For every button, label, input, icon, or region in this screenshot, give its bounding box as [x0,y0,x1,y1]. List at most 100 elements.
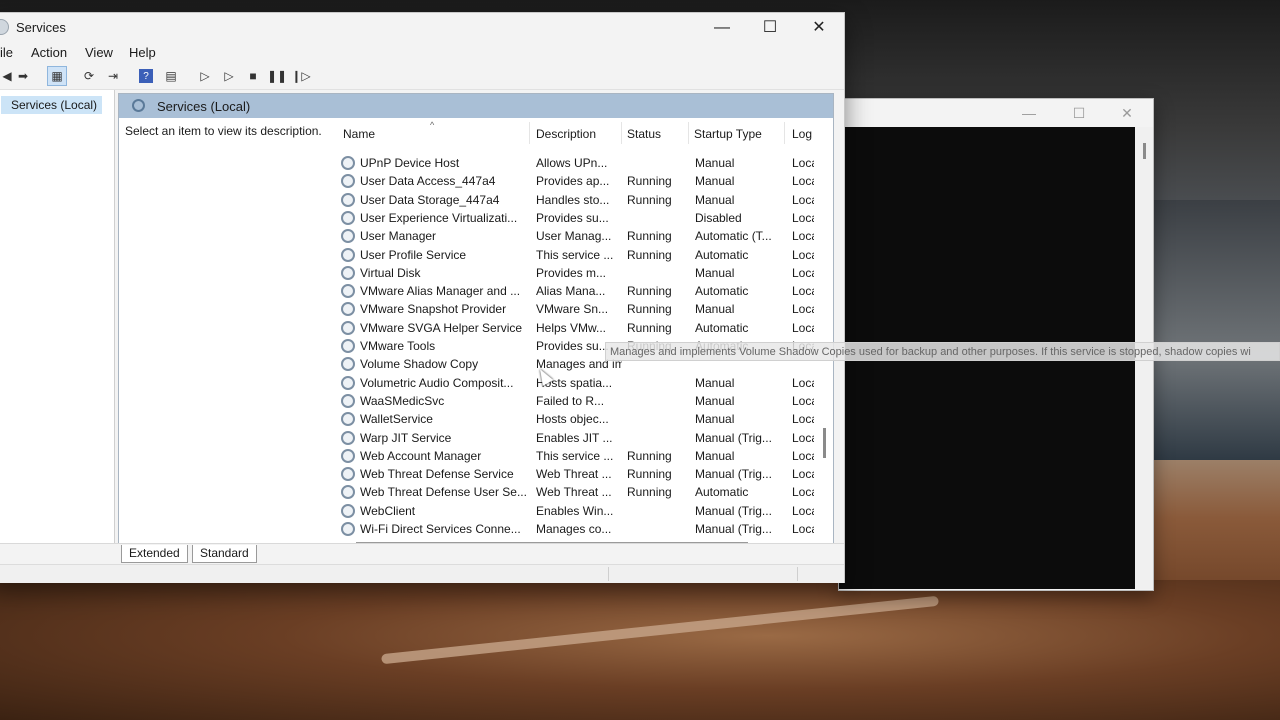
cell-startup: Automatic (T... [695,229,772,244]
cell-name: Wi-Fi Direct Services Conne... [360,522,521,536]
window-title: Services [16,20,66,35]
table-row[interactable]: Warp JIT Service Enables JIT ... Manual (T… [336,429,814,447]
vertical-scrollbar[interactable] [817,118,832,544]
service-gear-icon [341,430,355,445]
column-header-name[interactable]: Name [343,127,375,141]
table-row[interactable]: User Data Access_447a4 Provides ap... Runn… [336,172,814,190]
close-button[interactable]: ✕ [799,16,839,40]
tree-item-services-local[interactable]: Services (Local) [1,96,103,114]
table-row[interactable]: Web Threat Defense Service Web Threat ...… [336,465,814,483]
close-icon[interactable]: ✕ [1117,105,1137,121]
cell-desc: Failed to R... [536,393,605,408]
cell-desc: User Manag... [536,229,612,244]
minimize-icon[interactable]: — [1019,105,1039,121]
cell-name: VMware Alias Manager and ... [360,284,521,299]
title-bar[interactable]: Services — ☐ ✕ [0,13,844,41]
cell-desc: Provides m... [536,265,607,280]
cell-startup: Automatic [695,247,749,262]
table-row[interactable]: WaaSMedicSvc Failed to R... Manual Loca [336,392,814,410]
cell-name: Web Account Manager [360,448,482,463]
cell-name: WaaSMedicSvc [360,393,445,408]
table-row[interactable]: WalletService Hosts objec... Manual Loca [336,410,814,428]
help-icon[interactable]: ? [139,69,153,83]
table-row[interactable]: User Profile Service This service ... Runn… [336,246,814,264]
column-separator[interactable] [621,122,622,144]
maximize-icon[interactable]: ☐ [1069,105,1089,121]
maximize-button[interactable]: ☐ [750,16,790,40]
menu-file[interactable]: ile [0,45,13,60]
table-row[interactable]: User Experience Virtualizati... Provides … [336,209,814,227]
console-tree: Services (Local) [0,90,115,559]
stop-service-icon[interactable]: ■ [243,66,263,86]
menu-help[interactable]: Help [129,45,156,60]
tab-standard[interactable]: Standard [192,545,257,563]
cell-desc: Provides su... [536,210,609,225]
background-window-titlebar[interactable]: — ☐ ✕ [839,99,1153,127]
cell-name: UPnP Device Host [360,156,460,170]
cell-name: VMware Tools [360,339,436,353]
cell-status: Running [627,247,672,262]
properties-icon[interactable]: ▤ [161,66,181,86]
cell-log: Loca [792,302,814,317]
table-row[interactable]: VMware Alias Manager and ... Alias Mana..… [336,282,814,300]
service-gear-icon [341,448,355,463]
cell-name: WebClient [360,503,416,518]
tab-extended[interactable]: Extended [121,545,188,563]
cell-startup: Automatic [695,485,749,500]
table-row[interactable]: Volumetric Audio Composit... Hosts spatia… [336,374,814,392]
column-separator[interactable] [688,122,689,144]
services-list: ^ Name Description Status Startup Type L… [336,118,832,544]
service-gear-icon [341,522,355,536]
cell-status: Running [627,467,672,482]
service-gear-icon [341,485,355,500]
column-header-log-on-as[interactable]: Log [792,127,812,141]
cell-desc: Hosts objec... [536,412,609,427]
table-row[interactable]: Web Threat Defense User Se... Web Threat … [336,483,814,501]
table-row[interactable]: VMware Snapshot Provider VMware Sn... Runn… [336,300,814,318]
cell-desc: This service ... [536,247,614,262]
column-header-description[interactable]: Description [536,127,596,141]
status-bar [0,564,844,583]
cell-status: Running [627,174,672,189]
column-header-status[interactable]: Status [627,127,661,141]
cell-name: Volume Shadow Copy [360,357,479,372]
cell-log: Loca [792,448,814,463]
refresh-icon[interactable]: ⟳ [79,66,99,86]
background-window-scroll-thumb[interactable] [1143,143,1146,159]
column-header-startup-type[interactable]: Startup Type [694,127,762,141]
table-row[interactable]: User Manager User Manag... Running Automati… [336,227,814,245]
cell-startup: Manual [695,448,735,463]
cell-status: Running [627,192,672,207]
service-gear-icon [341,320,355,335]
column-separator[interactable] [529,122,530,144]
table-row[interactable]: UPnP Device Host Allows UPn... Manual Loca [336,154,814,172]
view-tabs: Extended Standard [0,543,844,564]
export-list-icon[interactable]: ⇥ [103,66,123,86]
forward-arrow-icon[interactable]: ➡ [13,66,33,86]
table-row[interactable]: Wi-Fi Direct Services Conne... Manages co… [336,520,814,538]
minimize-button[interactable]: — [702,16,742,40]
cell-startup: Manual (Trig... [695,467,772,482]
cell-desc: Enables Win... [536,503,614,518]
pause-service-icon[interactable]: ❚❚ [267,66,287,86]
vertical-scroll-thumb[interactable] [823,428,826,458]
cell-startup: Manual [695,412,735,427]
start-service-icon[interactable]: ▷ [195,66,215,86]
restart-service-icon[interactable]: ❙▷ [291,66,311,86]
console-tree-icon[interactable]: ▦ [47,66,67,86]
table-row[interactable]: Virtual Disk Provides m... Manual Loca [336,264,814,282]
cell-status: Running [627,320,672,335]
table-row[interactable]: WebClient Enables Win... Manual (Trig... Lo… [336,502,814,520]
menu-view[interactable]: View [85,45,113,60]
start-service-params-icon[interactable]: ▷ [219,66,239,86]
cell-status: Running [627,284,672,299]
table-row[interactable]: VMware SVGA Helper Service Helps VMw... Ru… [336,319,814,337]
cell-log: Loca [792,265,814,280]
column-separator[interactable] [784,122,785,144]
table-row[interactable]: User Data Storage_447a4 Handles sto... Run… [336,191,814,209]
cell-log: Loca [792,412,814,427]
table-row[interactable]: Web Account Manager This service ... Runni… [336,447,814,465]
service-gear-icon [341,302,355,317]
cell-desc: Enables JIT ... [536,430,613,445]
menu-action[interactable]: Action [31,45,67,60]
